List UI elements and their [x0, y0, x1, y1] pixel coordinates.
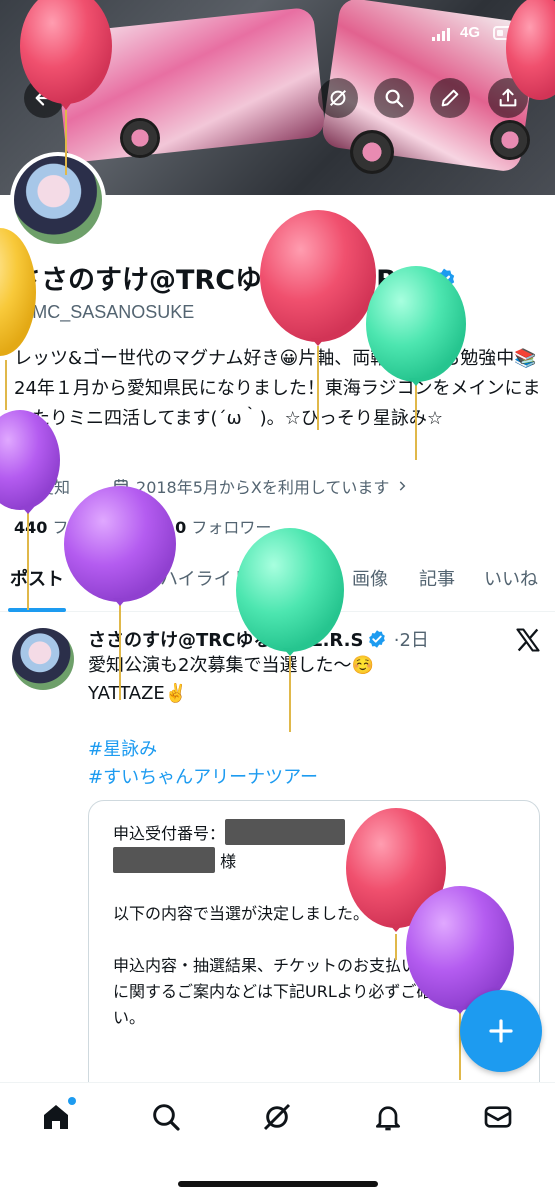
profile-name-text: ささのすけ@TRCゆる部 VZ.R.S: [14, 265, 428, 296]
tab-articles[interactable]: 記事: [419, 560, 455, 612]
nav-messages[interactable]: [480, 1099, 516, 1135]
tab-videos[interactable]: 動画: [286, 560, 322, 612]
tab-images[interactable]: 画像: [352, 560, 388, 612]
profile-avatar[interactable]: [10, 152, 106, 248]
profile-tabs: ポスト 返信 ハイライト 動画 画像 記事 いいね: [0, 560, 555, 612]
hashtag-link[interactable]: #星詠み: [88, 736, 538, 764]
card-line-1: 申込受付番号：: [113, 819, 515, 847]
tab-posts[interactable]: ポスト: [8, 560, 66, 612]
nav-home[interactable]: [38, 1097, 76, 1135]
card-line-3: 以下の内容で当選が決定しました。: [113, 904, 370, 923]
mail-icon: [484, 1106, 512, 1128]
grok-button[interactable]: [318, 78, 358, 118]
back-arrow-icon: [35, 90, 53, 106]
profile-handle: @MC_SASANOSUKE: [14, 302, 195, 322]
followers-count: 210: [152, 518, 187, 537]
status-time: 22:26: [44, 22, 93, 43]
tweet-line-1: 愛知公演も2次募集で当選した〜☺️: [88, 655, 374, 676]
nav-grok[interactable]: [259, 1099, 295, 1135]
profile-meta: 愛知 2018年5月からXを利用しています: [14, 474, 409, 498]
network-label: 4G: [460, 24, 481, 41]
tweet-header: ささのすけ@TRCゆる部 VZ.R.S ·2日: [88, 626, 429, 652]
chevron-right-icon: [400, 481, 406, 491]
calendar-icon: [114, 479, 128, 493]
card-line-2: 様: [113, 847, 515, 875]
battery-icon: [493, 26, 521, 40]
x-logo-icon: [516, 628, 540, 652]
verified-badge-icon[interactable]: [431, 267, 457, 293]
location-pin-icon: [16, 477, 30, 494]
profile-name: ささのすけ@TRCゆる部 VZ.R.S: [14, 258, 457, 297]
tab-likes[interactable]: いいね: [484, 560, 538, 612]
signal-icon: [432, 28, 450, 41]
following-link[interactable]: 440 フォロー中: [14, 518, 133, 537]
grok-icon: [329, 89, 347, 107]
back-button[interactable]: [24, 78, 64, 118]
compose-post-button[interactable]: [460, 990, 542, 1072]
tweet-body: 愛知公演も2次募集で当選した〜☺️ YATTAZE✌️ #星詠み #すいちゃんア…: [88, 652, 538, 792]
profile-location: 愛知: [38, 478, 71, 497]
search-icon: [153, 1104, 180, 1131]
banner-wheel: [490, 120, 530, 160]
pencil-icon: [441, 89, 459, 107]
following-count: 440: [14, 518, 48, 537]
card-honorific: 様: [220, 852, 237, 871]
followers-link[interactable]: 210 フォロワー: [153, 518, 272, 537]
banner-wheel: [120, 118, 160, 158]
status-bar: 22:26 4G: [0, 22, 555, 50]
profile-bio: レッツ&ゴー世代のマグナム好き😀片軸、両軸どっちも勉強中📚24年１月から愛知県民…: [14, 348, 541, 429]
bell-icon: [376, 1106, 400, 1131]
search-button[interactable]: [374, 78, 414, 118]
home-icon: [44, 1105, 68, 1129]
home-indicator: [178, 1181, 378, 1187]
tweet-avatar[interactable]: [12, 628, 74, 690]
search-icon: [385, 89, 404, 108]
followers-label: フォロワー: [191, 518, 272, 537]
card-line-4: 申込内容・抽選結果、チケットのお支払い・お引き取りに関するご案内などは下記URL…: [113, 956, 514, 1027]
share-button[interactable]: [488, 78, 528, 118]
follow-stats: 440 フォロー中 210 フォロワー: [14, 514, 271, 538]
hashtag-link[interactable]: #すいちゃんアリーナツアー: [88, 764, 538, 792]
tweet-author[interactable]: ささのすけ@TRCゆる部 VZ.R.S: [88, 630, 363, 651]
redacted-block: [225, 819, 346, 845]
redacted-block: [113, 847, 215, 873]
nav-search[interactable]: [148, 1099, 184, 1135]
share-icon: [499, 88, 517, 107]
tab-highlights[interactable]: ハイライト: [160, 560, 250, 612]
plus-icon: [489, 1019, 513, 1043]
banner-wheel: [350, 130, 394, 174]
card-receipt-label: 申込受付番号：: [113, 824, 226, 843]
grok-icon: [263, 1103, 291, 1131]
verified-badge-icon: [369, 630, 386, 648]
edit-button[interactable]: [430, 78, 470, 118]
following-label: フォロー中: [52, 518, 133, 537]
bottom-navigation: [0, 1082, 555, 1200]
profile-joined[interactable]: 2018年5月からXを利用しています: [136, 474, 389, 498]
nav-notifications[interactable]: [370, 1099, 406, 1135]
tweet-line-2: YATTAZE✌️: [88, 683, 188, 704]
tab-replies[interactable]: 返信: [96, 560, 132, 612]
tweet-time: ·2日: [393, 630, 429, 651]
notification-dot: [68, 1097, 76, 1105]
